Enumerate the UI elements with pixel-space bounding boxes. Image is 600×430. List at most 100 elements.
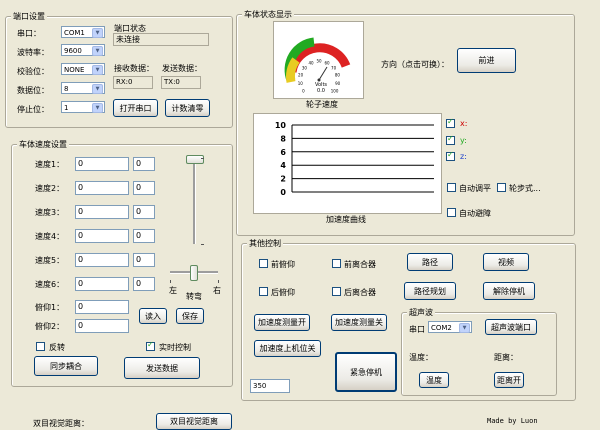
port-status-display: 未连接: [113, 33, 209, 46]
stereo-distance-button[interactable]: 双目视觉距离: [156, 413, 232, 430]
series-checkbox[interactable]: [446, 134, 455, 145]
gauge-tick-label: 50: [316, 59, 322, 64]
port-select[interactable]: COM1 ▼: [61, 26, 105, 38]
speed-small-input[interactable]: 0: [133, 181, 155, 195]
pitch2-input[interactable]: 0: [75, 319, 129, 333]
pitch2-label: 俯仰2：: [35, 322, 65, 331]
speed-small-input[interactable]: 0: [133, 229, 155, 243]
speed-input[interactable]: 0: [75, 277, 129, 291]
gauge-tick-label: 90: [335, 81, 341, 86]
chart-y-tick-label: 8: [280, 134, 286, 143]
gauge-panel: 0 10 20 30 40 50 60 70 80 90 100 Volts 0.0: [273, 21, 364, 99]
rear-clutch-label: 后离合器: [344, 288, 376, 297]
stopbits-select[interactable]: 1 ▼: [61, 101, 105, 113]
serial-settings-title: 端口设置: [11, 11, 47, 22]
chevron-down-icon[interactable]: ▼: [92, 84, 103, 94]
baud-select[interactable]: 9600 ▼: [61, 44, 105, 56]
pitch1-input[interactable]: 0: [75, 300, 129, 314]
sync-couple-button[interactable]: 同步耦合: [34, 356, 98, 376]
chevron-down-icon[interactable]: ▼: [92, 28, 103, 38]
gauge-tick-label: 80: [335, 73, 341, 78]
chevron-down-icon[interactable]: ▼: [459, 323, 470, 333]
wheel-step-label: 轮步式...: [509, 184, 541, 193]
vertical-slider-tick: [201, 244, 204, 245]
value-input[interactable]: 350: [250, 379, 290, 393]
direction-label: 方向（点击可换）：: [381, 60, 449, 69]
speed-label: 速度6：: [35, 280, 65, 289]
horizontal-slider-thumb[interactable]: [190, 265, 198, 281]
speed-label: 速度1：: [35, 160, 65, 169]
send-data-button[interactable]: 发送数据: [124, 357, 200, 379]
send-label: 发送数据：: [162, 64, 202, 73]
open-port-button[interactable]: 打开串口: [113, 99, 158, 117]
reverse-checkbox[interactable]: [36, 342, 45, 351]
accel-chart: 10 8 6 4 2 0: [275, 121, 434, 197]
rear-pitch-label: 后俯仰: [271, 288, 295, 297]
video-button[interactable]: 视频: [483, 253, 529, 271]
speed-small-input[interactable]: 0: [133, 253, 155, 267]
save-button[interactable]: 保存: [176, 308, 204, 324]
speed-input[interactable]: 0: [75, 253, 129, 267]
speed-input[interactable]: 0: [75, 205, 129, 219]
wheel-step-checkbox[interactable]: [497, 183, 506, 192]
gauge-arc-yellow: [286, 57, 300, 83]
auto-avoid-checkbox[interactable]: [447, 208, 456, 217]
series-checkbox[interactable]: [446, 117, 455, 128]
temp-button[interactable]: 温度: [419, 372, 449, 388]
accel-chart-panel: 10 8 6 4 2 0: [253, 113, 442, 214]
accel-measure-off-button[interactable]: 加速度测量关: [331, 314, 387, 331]
speed-input[interactable]: 0: [75, 157, 129, 171]
temp-label: 温度：: [409, 353, 433, 362]
read-button[interactable]: 读入: [139, 308, 167, 324]
speed-label: 速度3：: [35, 208, 65, 217]
series-checkbox[interactable]: [446, 150, 455, 161]
release-stop-button[interactable]: 解除停机: [483, 282, 535, 300]
rear-pitch-checkbox[interactable]: [259, 287, 268, 296]
front-clutch-checkbox[interactable]: [332, 259, 341, 268]
vehicle-status-title: 车体状态显示: [242, 9, 294, 20]
chart-y-tick-label: 2: [280, 175, 286, 184]
speed-label: 速度5：: [35, 256, 65, 265]
speed-small-input[interactable]: 0: [133, 157, 155, 171]
realtime-control-checkbox[interactable]: [146, 340, 155, 351]
auto-level-checkbox[interactable]: [447, 183, 456, 192]
rear-clutch-checkbox[interactable]: [332, 287, 341, 296]
gauge-tick-label: 30: [302, 65, 308, 70]
speed-small-input[interactable]: 0: [133, 205, 155, 219]
ultrasonic-port-button[interactable]: 超声波端口: [485, 319, 537, 335]
accel-upper-off-button[interactable]: 加速度上机位关: [254, 340, 321, 357]
direction-button[interactable]: 前进: [457, 48, 516, 73]
speed-input[interactable]: 0: [75, 229, 129, 243]
pitch1-label: 俯仰1：: [35, 303, 65, 312]
chart-y-tick-label: 10: [275, 121, 287, 130]
databits-label: 数据位：: [17, 86, 49, 95]
databits-select[interactable]: 8 ▼: [61, 82, 105, 94]
chart-y-tick-label: 0: [280, 188, 286, 197]
recv-display: RX:0: [113, 76, 153, 89]
path-plan-button[interactable]: 路径规划: [404, 282, 456, 300]
auto-avoid-label: 自动避障: [459, 209, 491, 218]
speed-small-input[interactable]: 0: [133, 277, 155, 291]
chevron-down-icon[interactable]: ▼: [92, 103, 103, 113]
baud-label: 波特率：: [17, 48, 49, 57]
speed-label: 速度4：: [35, 232, 65, 241]
gauge-tick-label: 100: [331, 88, 339, 93]
distance-open-button[interactable]: 距离开: [494, 372, 524, 388]
clear-count-button[interactable]: 计数清零: [165, 99, 210, 117]
speed-input[interactable]: 0: [75, 181, 129, 195]
emergency-stop-button[interactable]: 紧急停机: [335, 352, 397, 392]
path-button[interactable]: 路径: [407, 253, 453, 271]
chart-y-tick-label: 6: [280, 148, 286, 157]
front-pitch-checkbox[interactable]: [259, 259, 268, 268]
vertical-slider-track[interactable]: [193, 158, 196, 244]
accel-measure-on-button[interactable]: 加速度测量开: [254, 314, 310, 331]
parity-select[interactable]: NONE ▼: [61, 63, 105, 75]
ultrasonic-port-select[interactable]: COM2 ▼: [428, 321, 472, 333]
chevron-down-icon[interactable]: ▼: [92, 65, 103, 75]
realtime-control-label: 实时控制: [159, 343, 191, 352]
vertical-slider-thumb[interactable]: [186, 155, 204, 164]
gauge-tick-label: 70: [331, 65, 337, 70]
series-label: x:: [460, 119, 468, 128]
chevron-down-icon[interactable]: ▼: [92, 46, 103, 56]
speed-label: 速度2：: [35, 184, 65, 193]
